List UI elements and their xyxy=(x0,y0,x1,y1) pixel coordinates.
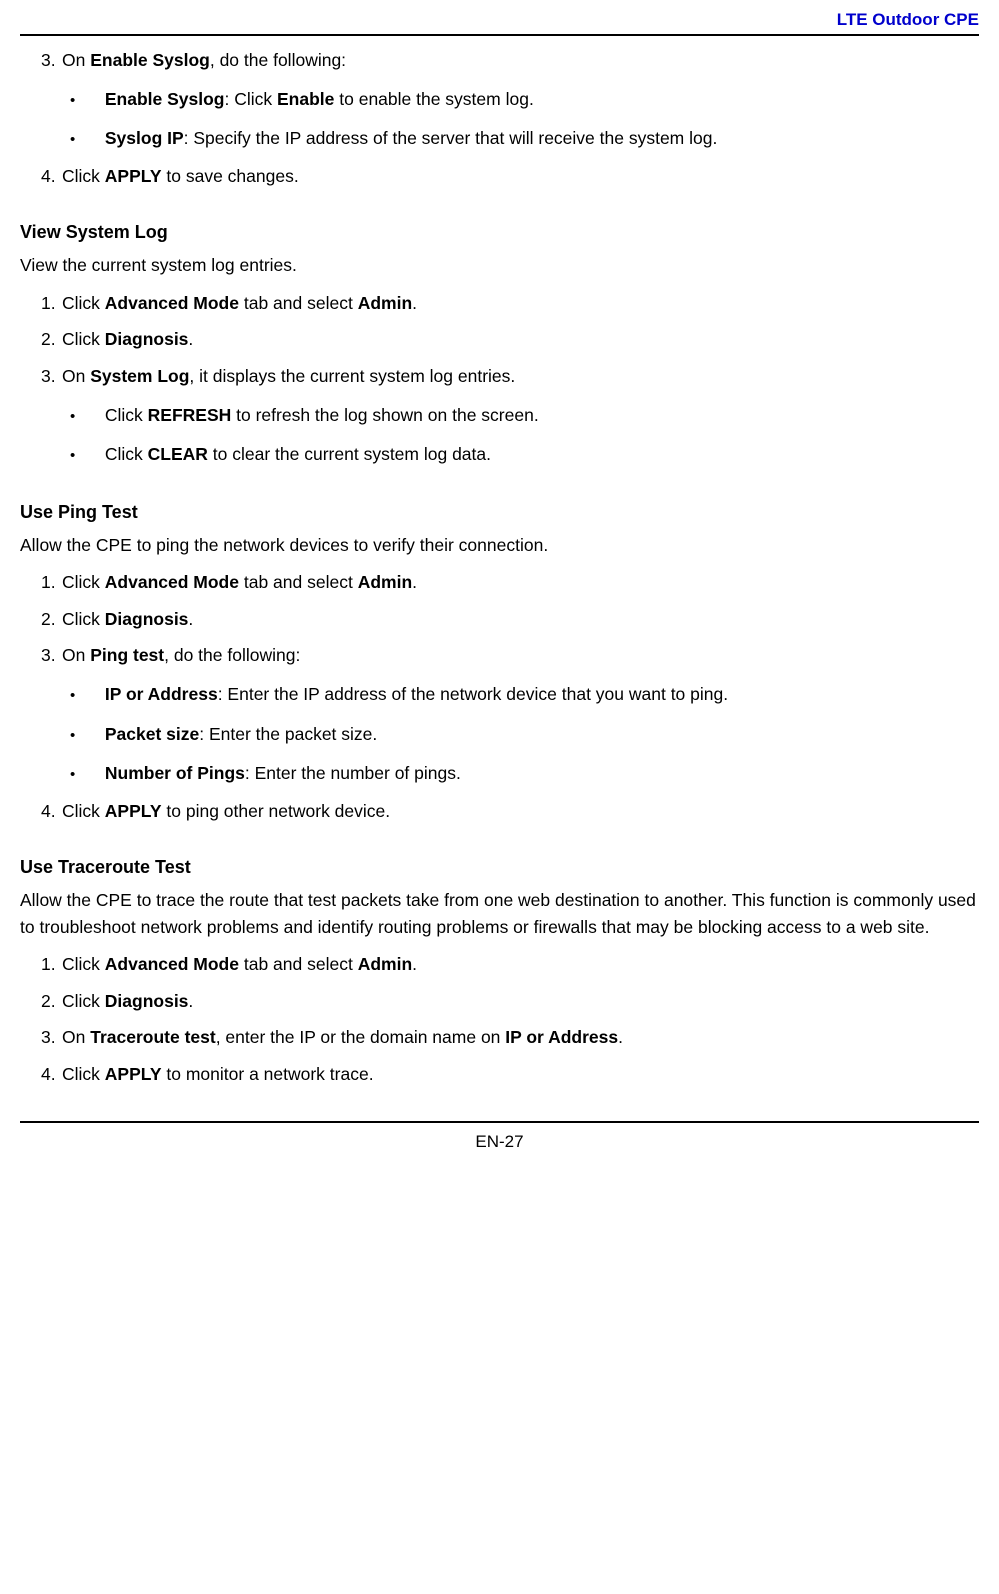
bullet-item: Click REFRESH to refresh the log shown o… xyxy=(20,402,979,429)
step-item: 1.Click Advanced Mode tab and select Adm… xyxy=(20,292,979,316)
step-item: 4.Click APPLY to ping other network devi… xyxy=(20,800,979,824)
document-page: LTE Outdoor CPE 3.On Enable Syslog, do t… xyxy=(0,0,999,1182)
bullet-item: Enable Syslog: Click Enable to enable th… xyxy=(20,86,979,113)
bullet-item: IP or Address: Enter the IP address of t… xyxy=(20,681,979,708)
bullet-item: Packet size: Enter the packet size. xyxy=(20,721,979,748)
page-footer: EN-27 xyxy=(20,1121,979,1162)
step-item: 2.Click Diagnosis. xyxy=(20,608,979,632)
page-header: LTE Outdoor CPE xyxy=(20,0,979,36)
section-intro: View the current system log entries. xyxy=(20,252,979,278)
step-item: 3.On Enable Syslog, do the following: xyxy=(20,49,979,73)
header-title: LTE Outdoor CPE xyxy=(837,10,979,29)
section-heading: Use Ping Test xyxy=(20,500,979,524)
step-item: 3.On Traceroute test, enter the IP or th… xyxy=(20,1026,979,1050)
section-intro: Allow the CPE to trace the route that te… xyxy=(20,887,979,940)
bullet-item: Number of Pings: Enter the number of pin… xyxy=(20,760,979,787)
step-item: 1.Click Advanced Mode tab and select Adm… xyxy=(20,953,979,977)
step-item: 3.On System Log, it displays the current… xyxy=(20,365,979,389)
step-item: 2.Click Diagnosis. xyxy=(20,990,979,1014)
step-item: 4.Click APPLY to monitor a network trace… xyxy=(20,1063,979,1087)
step-item: 2.Click Diagnosis. xyxy=(20,328,979,352)
section-heading: View System Log xyxy=(20,220,979,244)
bullet-item: Syslog IP: Specify the IP address of the… xyxy=(20,125,979,152)
step-item: 3.On Ping test, do the following: xyxy=(20,644,979,668)
bullet-item: Click CLEAR to clear the current system … xyxy=(20,441,979,468)
section-heading: Use Traceroute Test xyxy=(20,855,979,879)
section-intro: Allow the CPE to ping the network device… xyxy=(20,532,979,558)
step-item: 1.Click Advanced Mode tab and select Adm… xyxy=(20,571,979,595)
step-item: 4.Click APPLY to save changes. xyxy=(20,165,979,189)
page-number: EN-27 xyxy=(475,1132,523,1151)
